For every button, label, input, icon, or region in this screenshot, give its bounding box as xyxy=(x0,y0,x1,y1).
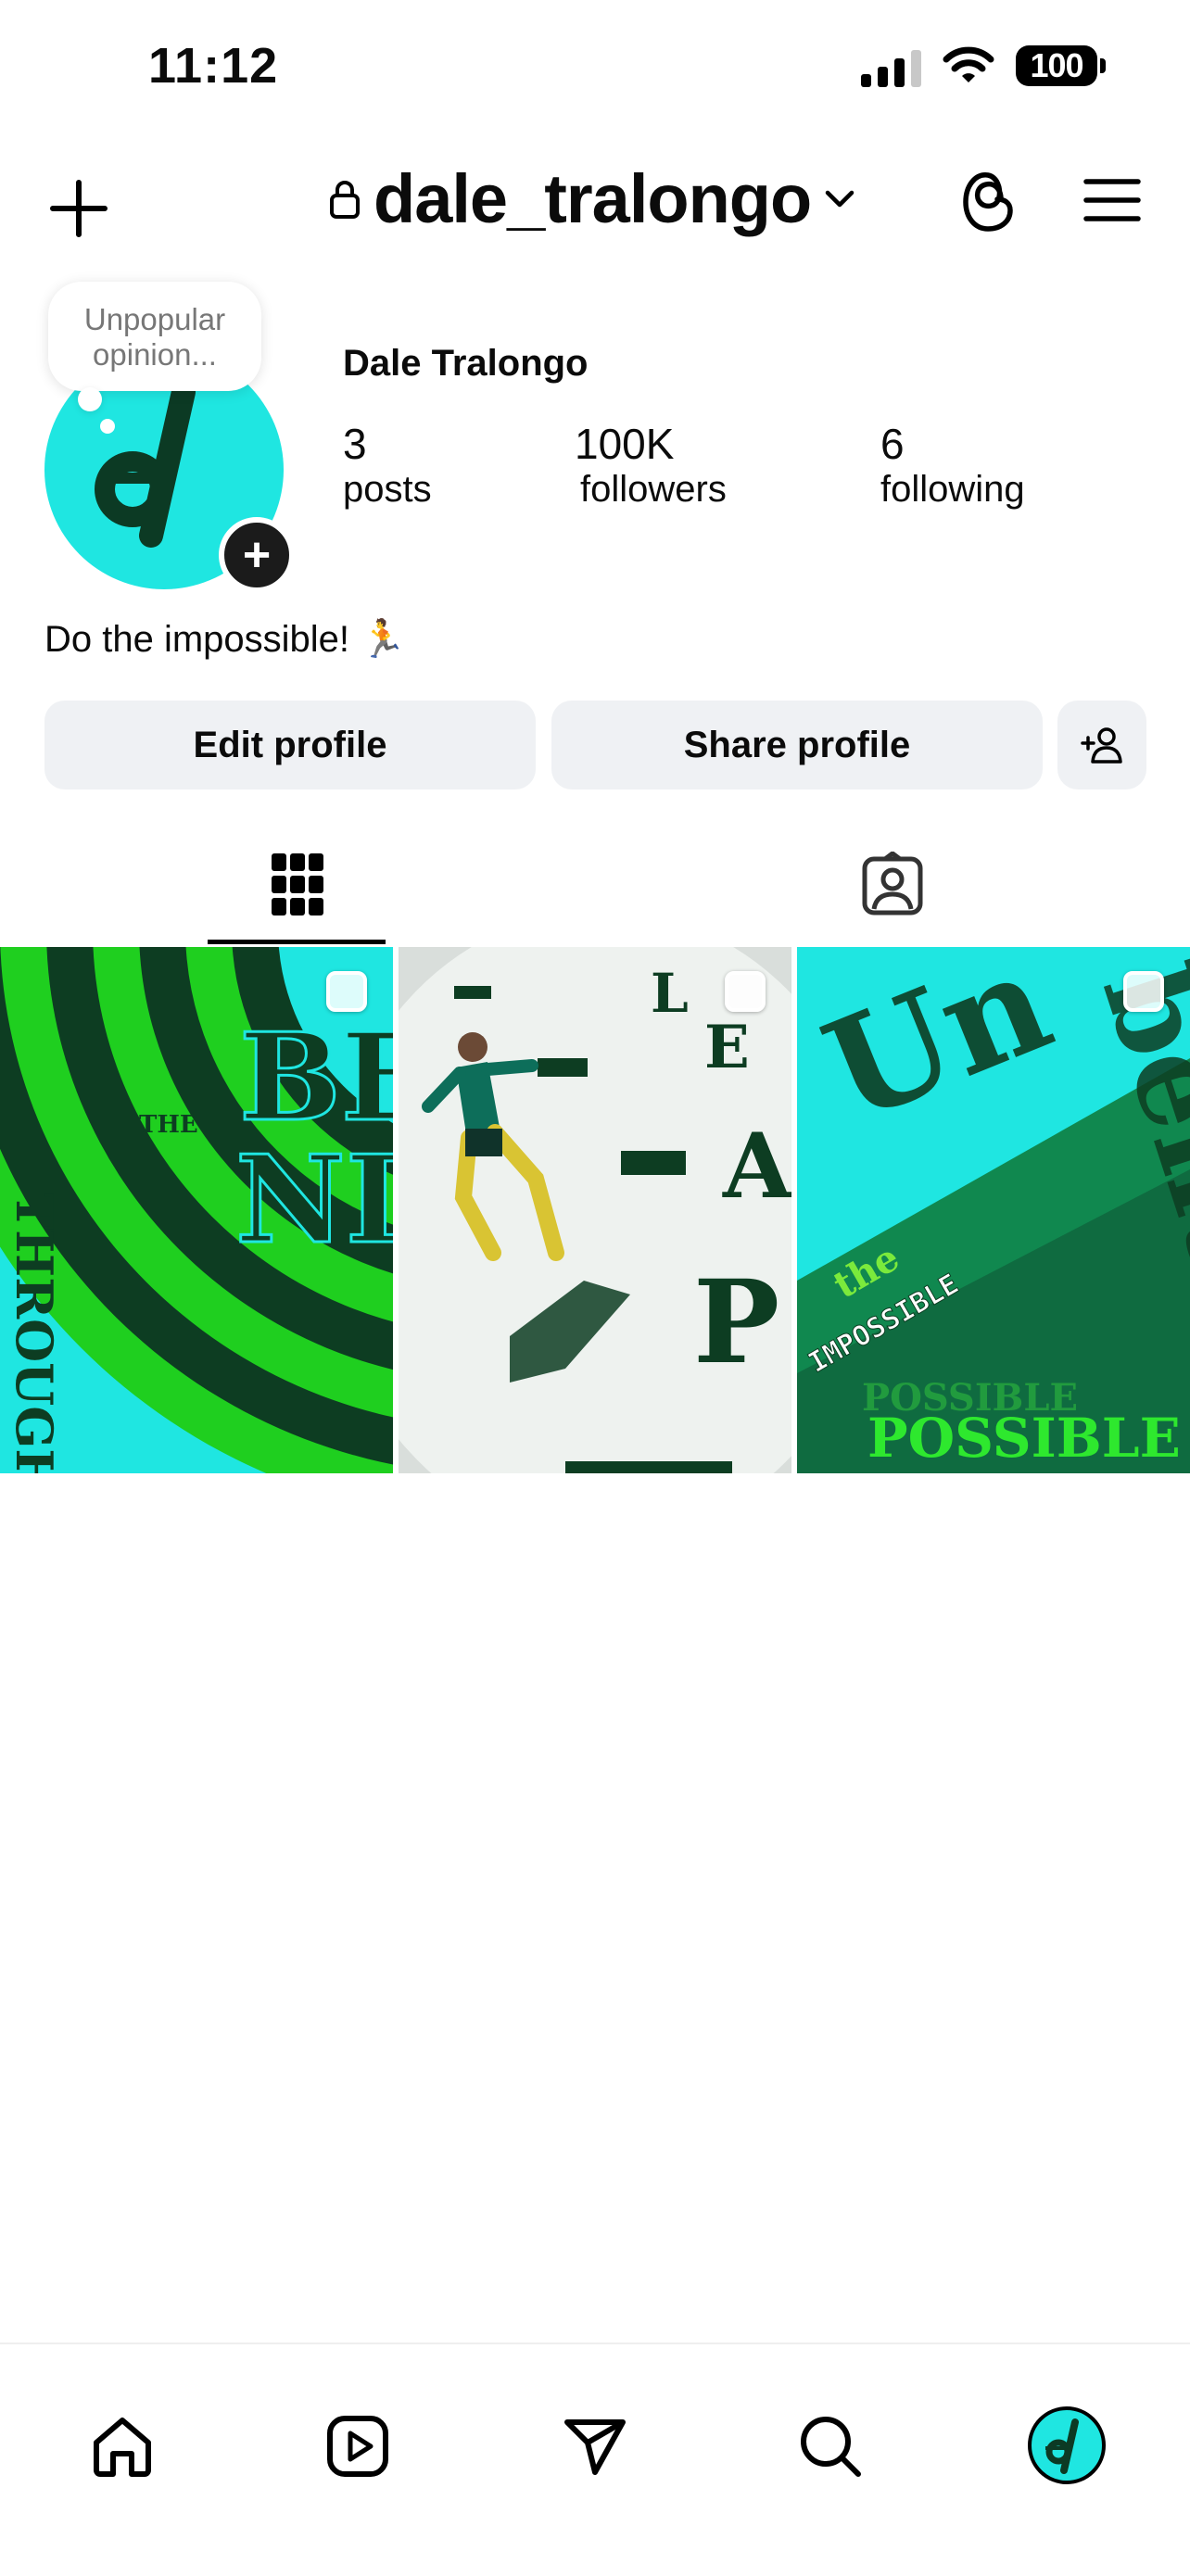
edit-profile-button[interactable]: Edit profile xyxy=(44,701,536,789)
bottom-nav xyxy=(0,2342,1190,2576)
nav-search[interactable] xyxy=(793,2409,867,2483)
select-post-3-checkbox[interactable] xyxy=(1123,971,1164,1012)
post-3-word-possible: POSSIBLE xyxy=(867,1407,1181,1470)
post-1-word-nd: ND xyxy=(235,1129,393,1270)
post-tile-1[interactable]: BE ND THE THROUGH xyxy=(0,947,393,1473)
full-name: Dale Tralongo xyxy=(343,343,589,384)
stat-following-value: 6 xyxy=(880,420,905,468)
note-bubble[interactable]: Unpopular opinion... xyxy=(48,282,261,391)
stat-following-label: following xyxy=(880,469,1025,510)
active-tab-indicator xyxy=(208,940,386,944)
nav-home[interactable] xyxy=(85,2409,159,2483)
stat-posts-label: posts xyxy=(343,469,432,510)
battery-indicator: 100 xyxy=(1016,45,1106,86)
select-post-2-checkbox[interactable] xyxy=(725,971,766,1012)
account-switcher[interactable]: dale_tralongo xyxy=(329,159,855,238)
note-text: Unpopular opinion... xyxy=(83,302,226,372)
posts-grid: BE ND THE THROUGH L E A P xyxy=(0,947,1190,1473)
username: dale_tralongo xyxy=(373,160,812,237)
post-2-letter-l: L xyxy=(651,962,689,1025)
status-icons: 100 xyxy=(861,44,1106,87)
select-post-1-checkbox[interactable] xyxy=(326,971,367,1012)
nav-messages[interactable] xyxy=(558,2409,632,2483)
post-1-word-be: BE xyxy=(239,1006,393,1148)
post-2-letter-p: P xyxy=(693,1256,779,1390)
stat-posts[interactable]: 3 posts xyxy=(343,419,432,511)
post-tile-3[interactable]: Un bent the IMPOSSIBLE POSSIBLE POSSIBLE xyxy=(797,947,1190,1473)
profile-avatar-icon xyxy=(1028,2406,1106,2484)
nav-profile[interactable] xyxy=(1027,2406,1107,2485)
stat-followers-value: 100K xyxy=(575,420,675,468)
stat-followers-label: followers xyxy=(580,469,727,510)
wifi-icon xyxy=(943,46,994,82)
grid-icon xyxy=(272,853,323,915)
threads-icon[interactable] xyxy=(956,167,1021,237)
post-image-3: Un bent the IMPOSSIBLE POSSIBLE POSSIBLE xyxy=(797,947,1190,1473)
reels-icon xyxy=(327,2416,388,2477)
plus-icon[interactable] xyxy=(46,176,111,241)
note-bubble-tail-small xyxy=(100,419,115,434)
post-2-letter-a: A xyxy=(722,1114,791,1219)
note-bubble-tail xyxy=(78,387,102,411)
send-icon xyxy=(564,2419,626,2475)
stat-following[interactable]: 6 following xyxy=(880,419,1025,511)
add-person-icon xyxy=(1081,727,1122,764)
edit-profile-label: Edit profile xyxy=(193,724,387,765)
nav-reels[interactable] xyxy=(321,2409,395,2483)
signal-icon xyxy=(861,44,921,87)
post-2-letter-e: E xyxy=(704,1013,750,1082)
add-story-button[interactable]: + xyxy=(219,517,295,593)
stat-followers[interactable]: 100K followers xyxy=(575,419,727,511)
menu-icon[interactable] xyxy=(1082,174,1142,226)
lock-icon xyxy=(330,180,360,219)
post-image-2: L E A P xyxy=(399,947,791,1473)
stat-posts-value: 3 xyxy=(343,420,367,468)
chevron-down-icon xyxy=(825,190,855,207)
bio: Do the impossible! 🏃 xyxy=(44,619,406,660)
discover-people-button[interactable] xyxy=(1057,701,1146,789)
post-1-word-the: THE xyxy=(139,1111,198,1139)
search-icon xyxy=(801,2417,861,2477)
post-tile-2[interactable]: L E A P xyxy=(399,947,791,1473)
tagged-tab[interactable] xyxy=(860,851,925,917)
home-icon xyxy=(94,2418,151,2477)
post-1-word-through: THROUGH xyxy=(5,1193,64,1473)
share-profile-label: Share profile xyxy=(683,724,911,765)
share-profile-button[interactable]: Share profile xyxy=(551,701,1043,789)
tagged-icon xyxy=(862,852,923,915)
status-time: 11:12 xyxy=(148,38,279,94)
grid-tab[interactable] xyxy=(269,852,326,917)
post-image-1: BE ND THE THROUGH xyxy=(0,947,393,1473)
